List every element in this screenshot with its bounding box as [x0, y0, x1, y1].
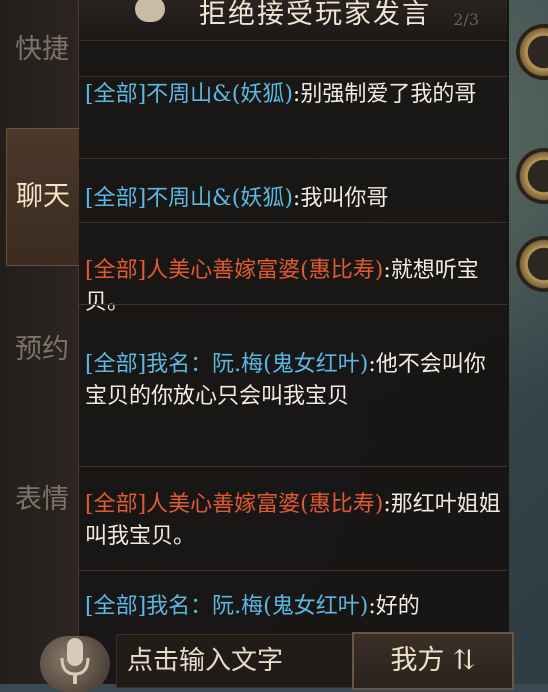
- message-text: [全部]不周山&(妖狐):我叫你哥: [85, 183, 501, 215]
- chat-sidebar: 快捷 聊天 预约 表情: [0, 0, 80, 684]
- tab-shortcut-label: 快捷: [15, 34, 69, 65]
- message-body: :我叫你哥: [292, 186, 389, 211]
- chat-text-input[interactable]: [116, 634, 362, 688]
- message-body: :别强制爱了我的哥: [292, 82, 477, 107]
- sender-name[interactable]: 人美心善嫁富婆(惠比寿): [146, 492, 383, 517]
- sender-name[interactable]: 我名：阮.梅(鬼女红叶): [146, 352, 368, 377]
- channel-tag: [全部]: [85, 492, 147, 517]
- chat-message: [全部]不周山&(妖狐):我叫你哥: [79, 158, 507, 223]
- chat-message: [全部]我名：阮.梅(鬼女红叶):好的: [79, 570, 507, 633]
- tab-chat[interactable]: 聊天: [6, 128, 80, 266]
- tab-appointment[interactable]: 预约: [6, 290, 78, 410]
- sender-name[interactable]: 我名：阮.梅(鬼女红叶): [146, 594, 368, 619]
- page-indicator: 2/3: [453, 10, 479, 29]
- hud-round-button-2[interactable]: [516, 148, 548, 204]
- team-channel-button[interactable]: 我方 ⇅: [352, 632, 514, 690]
- chat-message: [全部]人美心善嫁富婆(惠比寿):那红叶姐姐叫我宝贝。: [79, 466, 507, 571]
- channel-tag: [全部]: [85, 186, 147, 211]
- microphone-icon: [60, 638, 90, 684]
- right-hud-icons: [512, 0, 548, 684]
- channel-tag: [全部]: [85, 352, 147, 377]
- hud-round-button-1[interactable]: [516, 24, 548, 80]
- toggle-knob[interactable]: [135, 0, 165, 22]
- message-text: [全部]我名：阮.梅(鬼女红叶):好的: [85, 591, 501, 623]
- sender-name[interactable]: 人美心善嫁富婆(惠比寿): [146, 258, 383, 283]
- chat-message: [全部]人美心善嫁富婆(惠比寿):就想听宝贝。: [79, 222, 507, 315]
- header-title: 拒绝接受玩家发言: [199, 0, 431, 30]
- sender-name[interactable]: 不周山&(妖狐): [146, 186, 293, 211]
- chat-input-bar: 我方 ⇅: [40, 632, 514, 692]
- sender-name[interactable]: 不周山&(妖狐): [146, 82, 293, 107]
- tab-chat-label: 聊天: [16, 181, 70, 212]
- tab-shortcut[interactable]: 快捷: [6, 10, 78, 90]
- tab-emoji-label: 表情: [15, 484, 69, 515]
- message-body: :好的: [368, 594, 420, 619]
- channel-tag: [全部]: [85, 258, 147, 283]
- chat-message: [全部]我名：阮.梅(鬼女红叶):他不会叫你宝贝的你放心只会叫我宝贝: [79, 304, 507, 441]
- hud-round-button-3[interactable]: [516, 236, 548, 292]
- channel-tag: [全部]: [85, 82, 147, 107]
- channel-tag: [全部]: [85, 594, 147, 619]
- chat-message: [全部]不周山&(妖狐):别强制爱了我的哥: [79, 76, 507, 161]
- message-text: [全部]不周山&(妖狐):别强制爱了我的哥: [85, 79, 501, 111]
- message-text: [全部]人美心善嫁富婆(惠比寿):那红叶姐姐叫我宝贝。: [85, 489, 501, 553]
- tab-appointment-label: 预约: [15, 334, 69, 365]
- chat-header: 拒绝接受玩家发言 2/3: [79, 0, 507, 41]
- tab-emoji[interactable]: 表情: [6, 440, 78, 560]
- message-text: [全部]我名：阮.梅(鬼女红叶):他不会叫你宝贝的你放心只会叫我宝贝: [85, 349, 501, 413]
